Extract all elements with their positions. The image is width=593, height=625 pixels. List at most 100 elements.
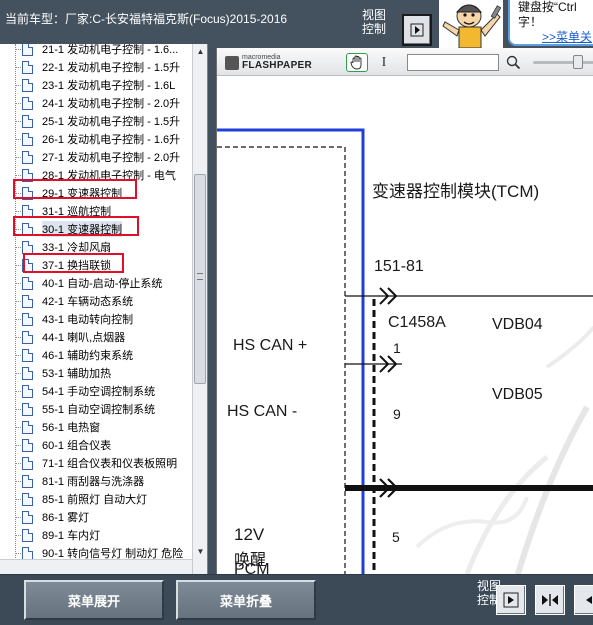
menu-expand-button[interactable]: 菜单展开 (24, 580, 164, 620)
tree-horizontal-scrollbar[interactable] (0, 559, 192, 574)
hand-icon (350, 55, 362, 70)
tree-branch-line (15, 283, 21, 284)
zoom-slider[interactable] (533, 61, 593, 64)
menu-tree-item-label: 26-1 发动机电子控制 - 1.6升 (42, 134, 181, 146)
search-input[interactable] (407, 54, 499, 71)
menu-tree-item-label: 71-1 组合仪表和仪表板照明 (42, 458, 178, 470)
page-icon (22, 438, 33, 452)
menu-tree-item-label: 53-1 辅助加热 (42, 368, 112, 380)
highlight-box-30-1 (13, 216, 139, 236)
pcm-label: PCM (234, 561, 270, 574)
menu-tree-item[interactable]: 56-1 电热窗 (15, 418, 100, 436)
menu-tree-item-label: 25-1 发动机电子控制 - 1.5升 (42, 116, 181, 128)
menu-tree: 21-1 发动机电子控制 - 1.6... 22-1 发动机电子控制 - 1.5升… (0, 44, 192, 574)
page-icon (22, 402, 33, 416)
view-next-button[interactable] (496, 585, 526, 615)
menu-tree-item-label: 24-1 发动机电子控制 - 2.0升 (42, 98, 181, 110)
tree-branch-line (15, 409, 21, 410)
menu-tree-item[interactable]: 22-1 发动机电子控制 - 1.5升 (15, 58, 180, 76)
page-icon (22, 492, 33, 506)
page-icon (22, 96, 33, 110)
toggle-view-button[interactable] (402, 14, 432, 46)
tree-branch-line (15, 463, 21, 464)
tree-branch-line (15, 445, 21, 446)
tree-branch-line (15, 535, 21, 536)
page-icon (22, 276, 33, 290)
page-icon (22, 44, 33, 56)
tree-branch-line (15, 103, 21, 104)
menu-collapse-button[interactable]: 菜单折叠 (176, 580, 316, 620)
menu-tree-item[interactable]: 55-1 自动空调控制系统 (15, 400, 155, 418)
signal-label-hs-can-plus: HS CAN + (233, 337, 308, 354)
page-icon (22, 528, 33, 542)
tree-branch-line (15, 481, 21, 482)
menu-tree-item[interactable]: 86-1 雾灯 (15, 508, 89, 526)
page-icon (22, 294, 33, 308)
page-icon (22, 78, 33, 92)
page-icon (22, 546, 33, 560)
menu-tree-item[interactable]: 46-1 辅助约束系统 (15, 346, 133, 364)
menu-tree-item-label: 89-1 车内灯 (42, 530, 101, 542)
page-icon (22, 366, 33, 380)
tree-branch-line (15, 157, 21, 158)
tree-branch-line (15, 337, 21, 338)
text-select-tool[interactable]: I (377, 53, 391, 72)
menu-close-link[interactable]: >>菜单关 (542, 30, 593, 45)
page-icon (22, 456, 33, 470)
cartoon-mechanic-image (439, 0, 503, 48)
wiring-diagram-page: 变速器控制模块(TCM) 151-81 C1458A VDB04 VDB05 H… (217, 77, 593, 574)
arrow-right-icon (503, 592, 519, 608)
tree-branch-line (15, 175, 21, 176)
menu-tree-item[interactable]: 42-1 车辆动态系统 (15, 292, 133, 310)
menu-tree-item[interactable]: 40-1 自动-启动-停止系统 (15, 274, 163, 292)
menu-tree-item[interactable]: 24-1 发动机电子控制 - 2.0升 (15, 94, 181, 112)
module-title: 变速器控制模块(TCM) (372, 182, 540, 201)
scroll-thumb[interactable] (194, 174, 206, 384)
menu-tree-item[interactable]: 53-1 辅助加热 (15, 364, 112, 382)
flashpaper-viewer: macromedia FLASHPAPER I 变速器控制模块(TCM) 151… (216, 48, 593, 574)
arrow-right-icon (410, 23, 424, 37)
menu-tree-item-label: 40-1 自动-启动-停止系统 (42, 278, 163, 290)
page-icon (22, 348, 33, 362)
menu-tree-item[interactable]: 26-1 发动机电子控制 - 1.6升 (15, 130, 181, 148)
menu-tree-item[interactable]: 25-1 发动机电子控制 - 1.5升 (15, 112, 181, 130)
menu-tree-item[interactable]: 85-1 前照灯 自动大灯 (15, 490, 147, 508)
menu-tree-item[interactable]: 23-1 发动机电子控制 - 1.6L (15, 76, 176, 94)
connector-id: C1458A (388, 314, 446, 331)
zoom-slider-knob[interactable] (573, 55, 583, 69)
hand-tool-button[interactable] (346, 53, 368, 72)
tree-connector (15, 44, 16, 574)
view-split-button[interactable] (535, 585, 565, 615)
tree-branch-line (15, 301, 21, 302)
power-label-12v: 12V (234, 525, 265, 544)
scroll-up-icon[interactable]: ▲ (193, 44, 207, 59)
menu-tree-item[interactable]: 60-1 组合仪表 (15, 436, 111, 454)
tree-branch-line (15, 67, 21, 68)
view-control-label: 视图 控制 (362, 8, 387, 36)
highlight-box-29-1 (13, 179, 137, 199)
pin-number-9: 9 (393, 406, 401, 422)
search-icon[interactable] (505, 54, 521, 71)
menu-tree-item[interactable]: 44-1 喇叭,点烟器 (15, 328, 125, 346)
menu-tree-item-label: 81-1 雨刮器与洗涤器 (42, 476, 145, 488)
menu-tree-item-label: 23-1 发动机电子控制 - 1.6L (42, 80, 176, 92)
tree-branch-line (15, 211, 21, 212)
menu-tree-item[interactable]: 43-1 电动转向控制 (15, 310, 133, 328)
tree-branch-line (15, 553, 21, 554)
page-icon (22, 150, 33, 164)
header-bar: 当前车型：厂家:C-长安福特福克斯(Focus)2015-2016 视图 控制 … (0, 0, 593, 48)
menu-tree-item[interactable]: 54-1 手动空调控制系统 (15, 382, 156, 400)
menu-tree-item[interactable]: 71-1 组合仪表和仪表板照明 (15, 454, 178, 472)
menu-tree-item-label: 21-1 发动机电子控制 - 1.6... (42, 44, 179, 56)
menu-tree-item-label: 54-1 手动空调控制系统 (42, 386, 156, 398)
scroll-down-icon[interactable]: ▼ (193, 544, 207, 559)
tree-branch-line (15, 517, 21, 518)
hint-box: 键盘按“Ctrl 字！ >>菜单关 (508, 0, 593, 46)
menu-tree-item[interactable]: 81-1 雨刮器与洗涤器 (15, 472, 145, 490)
tree-branch-line (15, 427, 21, 428)
tree-vertical-scrollbar[interactable]: ▲ ▼ (192, 44, 207, 574)
menu-tree-item[interactable]: 89-1 车内灯 (15, 526, 101, 544)
menu-tree-item[interactable]: 27-1 发动机电子控制 - 2.0升 (15, 148, 180, 166)
view-prev-button[interactable] (574, 585, 593, 615)
menu-tree-item[interactable]: 21-1 发动机电子控制 - 1.6... (15, 44, 179, 58)
